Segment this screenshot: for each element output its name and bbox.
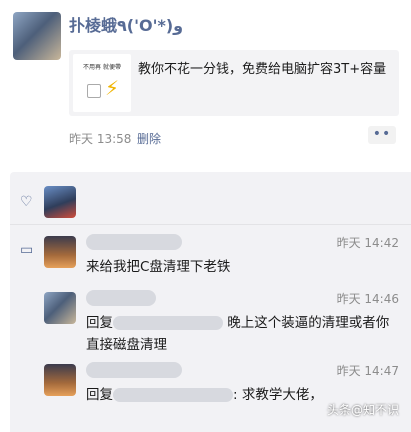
- shared-link-thumbnail: 不用再 就便帶 ⚡: [73, 54, 131, 112]
- reply-target-blurred[interactable]: [113, 316, 223, 330]
- commenter-avatar[interactable]: [44, 292, 76, 324]
- author-avatar[interactable]: [13, 12, 61, 60]
- shared-link-card[interactable]: 不用再 就便帶 ⚡ 教你不花一分钱，免费给电脑扩容3T+容量: [69, 50, 399, 116]
- likes-comments-panel: ♡ ▭ 昨天 14:42 来给我把C盘清理下老铁 昨天 14:46 回复 晚上这…: [10, 172, 411, 432]
- more-actions-button[interactable]: ••: [368, 126, 396, 144]
- author-name[interactable]: 扑棱蛾٩('O'*)و: [69, 12, 183, 36]
- divider: [10, 224, 411, 225]
- commenter-name-blurred[interactable]: [86, 290, 156, 306]
- comment-time: 昨天 14:47: [336, 364, 399, 378]
- post-time: 昨天 13:58: [69, 132, 132, 146]
- watermark: 头条@知不识: [326, 403, 399, 417]
- liker-avatar[interactable]: [44, 186, 76, 218]
- commenter-name-blurred[interactable]: [86, 362, 182, 378]
- comment-time: 昨天 14:46: [336, 292, 399, 306]
- comment-item[interactable]: 昨天 14:46 回复 晚上这个装逼的清理或者你直接磁盘清理: [10, 286, 411, 356]
- thumbnail-title: 不用再 就便帶: [83, 64, 121, 71]
- reply-body: : 求教学大佬，: [233, 387, 323, 403]
- delete-button[interactable]: 删除: [137, 130, 161, 147]
- monitor-icon: [87, 84, 101, 98]
- reply-label: 回复: [86, 387, 113, 403]
- moment-post: 扑棱蛾٩('O'*)و 不用再 就便帶 ⚡ 教你不花一分钱，免费给电脑扩容3T+…: [0, 0, 411, 160]
- commenter-avatar[interactable]: [44, 364, 76, 396]
- shared-link-title: 教你不花一分钱，免费给电脑扩容3T+容量: [138, 62, 387, 77]
- comment-item[interactable]: 昨天 14:42 来给我把C盘清理下老铁: [10, 230, 411, 290]
- comment-text: 回复 晚上这个装逼的清理或者你直接磁盘清理: [86, 312, 402, 356]
- reply-target-blurred[interactable]: [113, 388, 233, 402]
- reply-label: 回复: [86, 315, 113, 331]
- lightning-icon: ⚡: [105, 76, 120, 100]
- comment-text: 来给我把C盘清理下老铁: [86, 259, 231, 275]
- comment-time: 昨天 14:42: [336, 236, 399, 250]
- commenter-avatar[interactable]: [44, 236, 76, 268]
- commenter-name-blurred[interactable]: [86, 234, 182, 250]
- heart-icon: ♡: [20, 194, 33, 210]
